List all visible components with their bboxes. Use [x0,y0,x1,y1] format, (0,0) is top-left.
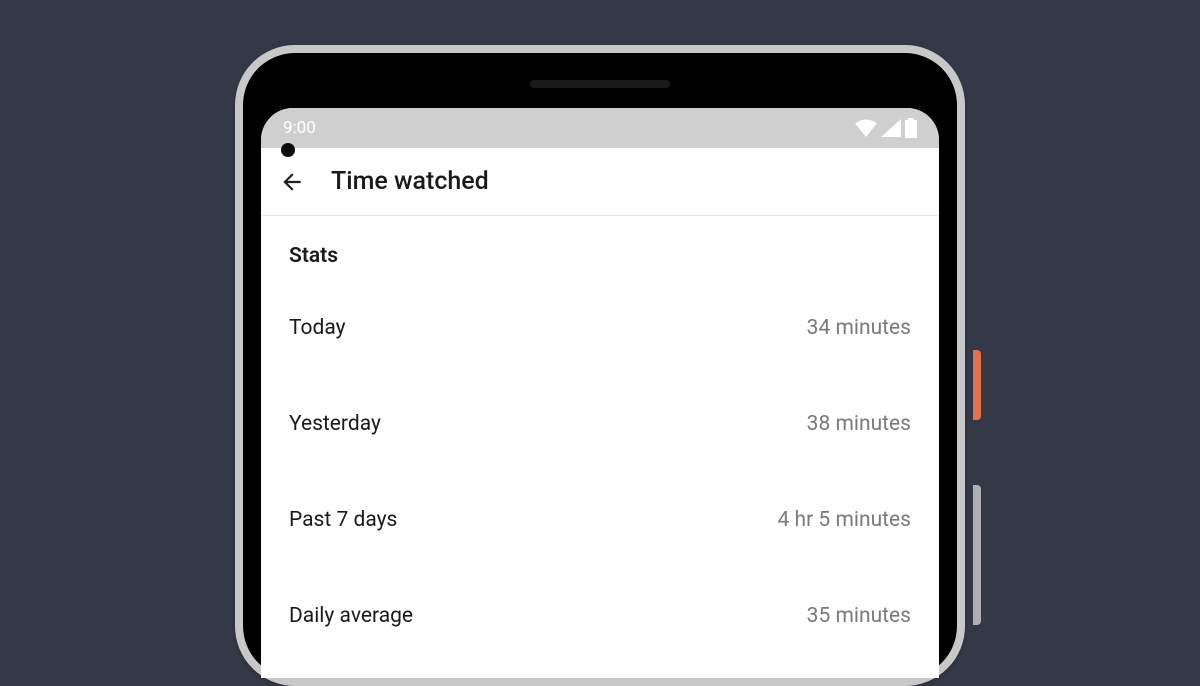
status-time: 9:00 [283,118,316,138]
front-camera [281,143,295,157]
stat-label: Daily average [289,604,413,628]
stat-value: 38 minutes [807,412,911,436]
speaker-grill [530,80,670,88]
page-title: Time watched [331,167,489,196]
status-icons [855,118,917,138]
battery-icon [905,118,917,138]
section-header: Stats [289,244,911,268]
volume-button [973,485,981,625]
back-button[interactable] [279,169,305,195]
stat-row: Today 34 minutes [289,280,911,376]
stat-label: Yesterday [289,412,381,436]
stat-label: Today [289,316,346,340]
status-bar: 9:00 [261,108,939,148]
wifi-icon [855,119,877,137]
phone-frame: 9:00 Time watched Stats Today 34 minutes [235,45,965,686]
arrow-back-icon [279,169,305,195]
content-area: Stats Today 34 minutes Yesterday 38 minu… [261,216,939,664]
app-bar: Time watched [261,148,939,216]
stat-row: Daily average 35 minutes [289,568,911,664]
stat-label: Past 7 days [289,508,397,532]
stat-value: 4 hr 5 minutes [778,508,911,532]
phone-bezel: 9:00 Time watched Stats Today 34 minutes [243,53,957,678]
phone-screen: 9:00 Time watched Stats Today 34 minutes [261,108,939,678]
stat-value: 34 minutes [807,316,911,340]
cellular-icon [881,119,901,137]
stat-value: 35 minutes [807,604,911,628]
stat-row: Past 7 days 4 hr 5 minutes [289,472,911,568]
power-button [973,350,981,420]
stat-row: Yesterday 38 minutes [289,376,911,472]
